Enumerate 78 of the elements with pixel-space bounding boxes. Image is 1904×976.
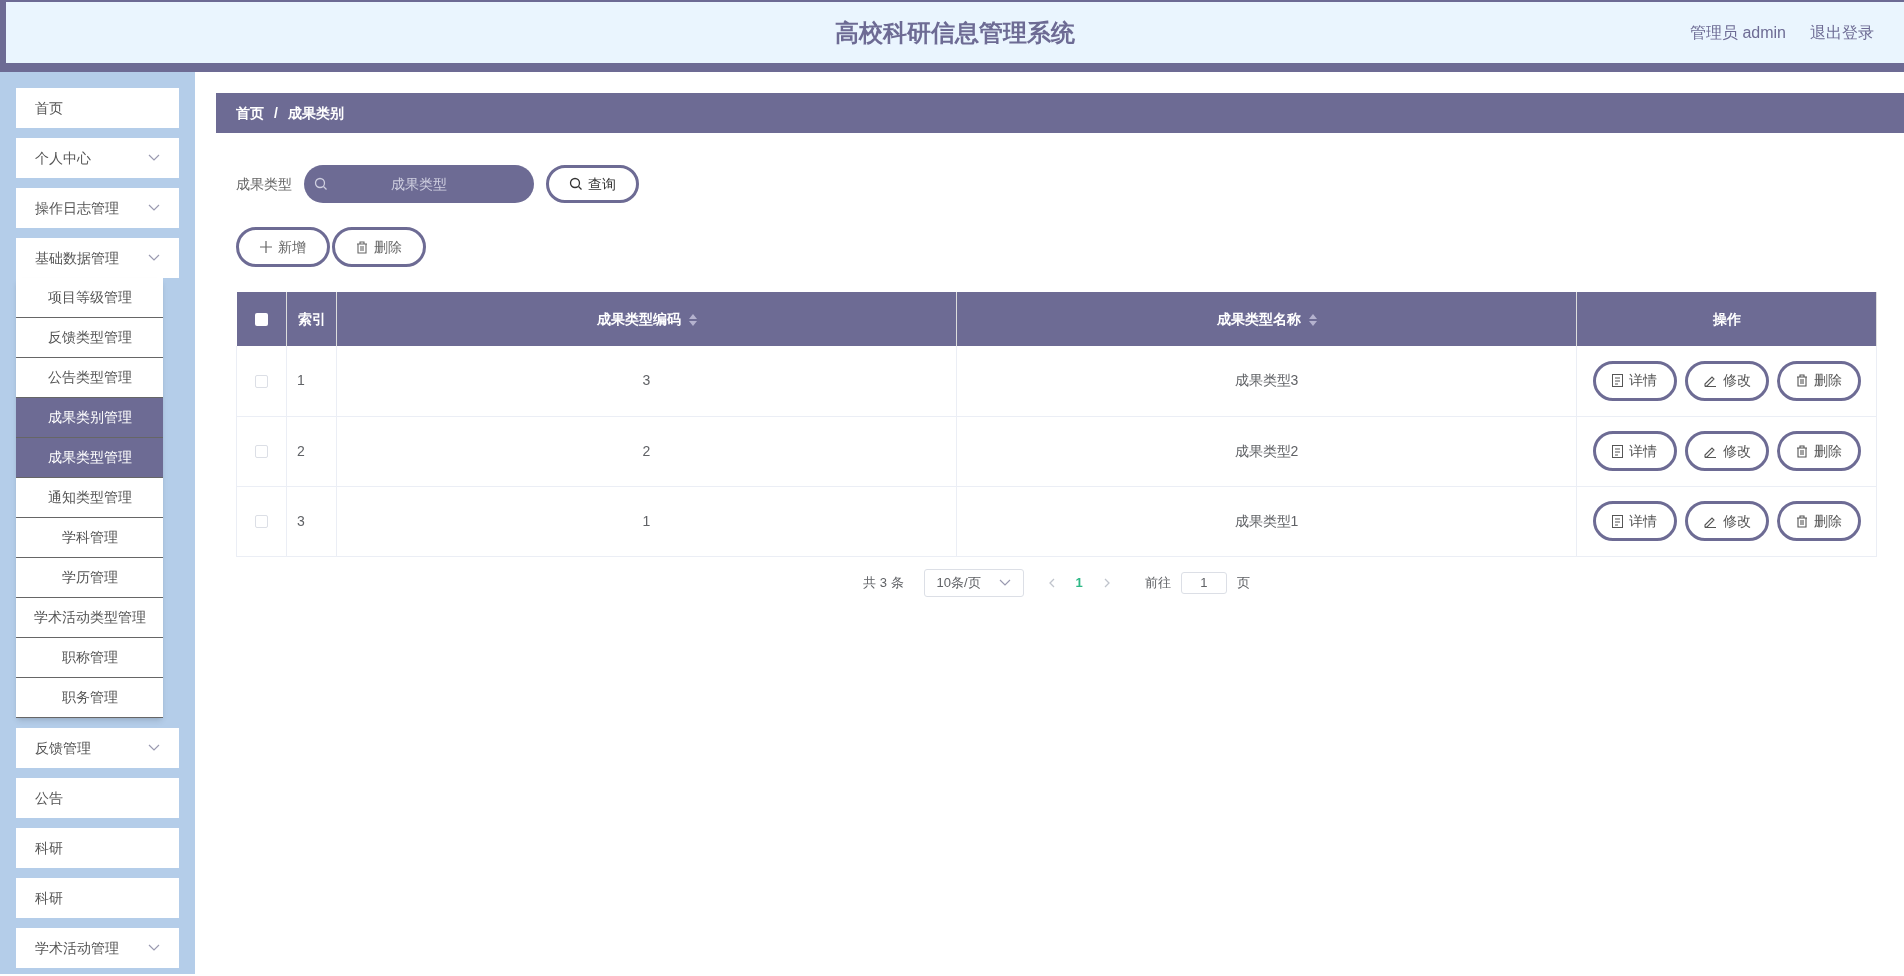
previous-page-icon[interactable] [1047, 577, 1056, 588]
search-icon [569, 177, 583, 191]
table-cell: 成果类型2 [1234, 442, 1299, 459]
page-suffix: 页 [1236, 573, 1250, 592]
goto-page-field[interactable]: 1 [1180, 571, 1227, 594]
breadcrumb-item[interactable]: 成果类别 [287, 102, 344, 124]
breadcrumb-item[interactable]: 首页 [236, 102, 264, 124]
sidebar-item[interactable]: 反馈管理 [16, 728, 179, 768]
sort-icon [688, 313, 697, 326]
submenu-item[interactable]: 职称管理 [16, 638, 163, 678]
submenu-item[interactable]: 成果类别管理 [16, 398, 163, 438]
pencil-icon [1702, 374, 1717, 388]
app-title: 高校科研信息管理系统 [835, 17, 1075, 48]
detail-button[interactable]: 详情 [1592, 501, 1677, 541]
column-header: 操作 [1712, 310, 1741, 327]
sidebar-item[interactable]: 科研 [16, 828, 179, 868]
page-size-select[interactable]: 10条/页 [923, 568, 1024, 597]
document-icon [1612, 374, 1623, 388]
table-cell: 1 [642, 512, 651, 529]
edit-button[interactable]: 修改 [1684, 360, 1769, 401]
search-button[interactable]: 查询 [546, 165, 639, 203]
submenu-item[interactable]: 学科管理 [16, 518, 163, 558]
row-checkbox[interactable] [255, 375, 268, 389]
add-button[interactable]: 新增 [236, 227, 330, 267]
document-icon [1612, 444, 1623, 458]
submenu-item[interactable]: 职务管理 [16, 678, 163, 718]
submenu-item[interactable]: 学术活动类型管理 [16, 598, 163, 638]
plus-icon [260, 241, 272, 253]
column-header[interactable]: 成果类型编码 [596, 310, 681, 327]
submenu-item[interactable]: 成果类型管理 [16, 438, 163, 478]
table-cell: 1 [297, 372, 305, 389]
sidebar-item[interactable]: 基础数据管理 [16, 238, 179, 278]
row-checkbox[interactable] [255, 515, 268, 529]
trash-icon [1795, 444, 1808, 458]
sidebar-item[interactable]: 学术活动管理 [16, 928, 179, 968]
trash-icon [1795, 514, 1808, 528]
edit-button[interactable]: 修改 [1684, 431, 1769, 471]
goto-label: 前往 [1144, 573, 1171, 592]
submenu-item[interactable]: 项目等级管理 [16, 278, 163, 318]
table-cell: 成果类型3 [1234, 372, 1299, 389]
breadcrumb-separator: / [274, 103, 278, 123]
delete-button[interactable]: 删除 [1776, 501, 1861, 541]
sidebar-item[interactable]: 操作日志管理 [16, 188, 179, 228]
column-header[interactable]: 成果类型名称 [1216, 310, 1301, 327]
submenu-item[interactable]: 公告类型管理 [16, 358, 163, 398]
submenu-item[interactable]: 学历管理 [16, 558, 163, 598]
delete-button[interactable]: 删除 [1776, 360, 1861, 401]
logout-link[interactable]: 退出登录 [1810, 20, 1874, 45]
document-icon [1612, 514, 1623, 528]
sidebar-item[interactable]: 科研 [16, 878, 179, 918]
search-field[interactable]: 成果类型 [304, 165, 534, 203]
next-page-icon[interactable] [1102, 577, 1111, 588]
delete-button[interactable]: 删除 [332, 227, 426, 267]
submenu-item[interactable]: 通知类型管理 [16, 478, 163, 518]
table-cell: 3 [297, 512, 305, 529]
chevron-down-icon [998, 578, 1011, 587]
table-cell: 2 [642, 442, 651, 459]
delete-button[interactable]: 删除 [1776, 431, 1861, 471]
edit-button[interactable]: 修改 [1684, 501, 1769, 541]
search-icon [314, 177, 328, 191]
trash-icon [356, 240, 368, 254]
detail-button[interactable]: 详情 [1592, 360, 1677, 401]
sidebar-item[interactable]: 首页 [16, 88, 179, 128]
search-label: 成果类型 [236, 174, 292, 194]
column-header: 索引 [297, 310, 326, 327]
total-count: 共 3 条 [863, 573, 904, 592]
user-label: 管理员 admin [1689, 22, 1786, 43]
table-cell: 3 [642, 372, 651, 389]
row-checkbox[interactable] [255, 445, 268, 459]
submenu-item[interactable]: 反馈类型管理 [16, 318, 163, 358]
table-cell: 2 [297, 442, 305, 459]
sidebar-item[interactable]: 公告 [16, 778, 179, 818]
sidebar-item[interactable]: 个人中心 [16, 138, 179, 178]
detail-button[interactable]: 详情 [1592, 431, 1677, 471]
trash-icon [1795, 374, 1808, 388]
select-all-checkbox[interactable] [254, 313, 268, 327]
table-cell: 成果类型1 [1234, 512, 1299, 529]
sort-icon [1308, 313, 1317, 326]
